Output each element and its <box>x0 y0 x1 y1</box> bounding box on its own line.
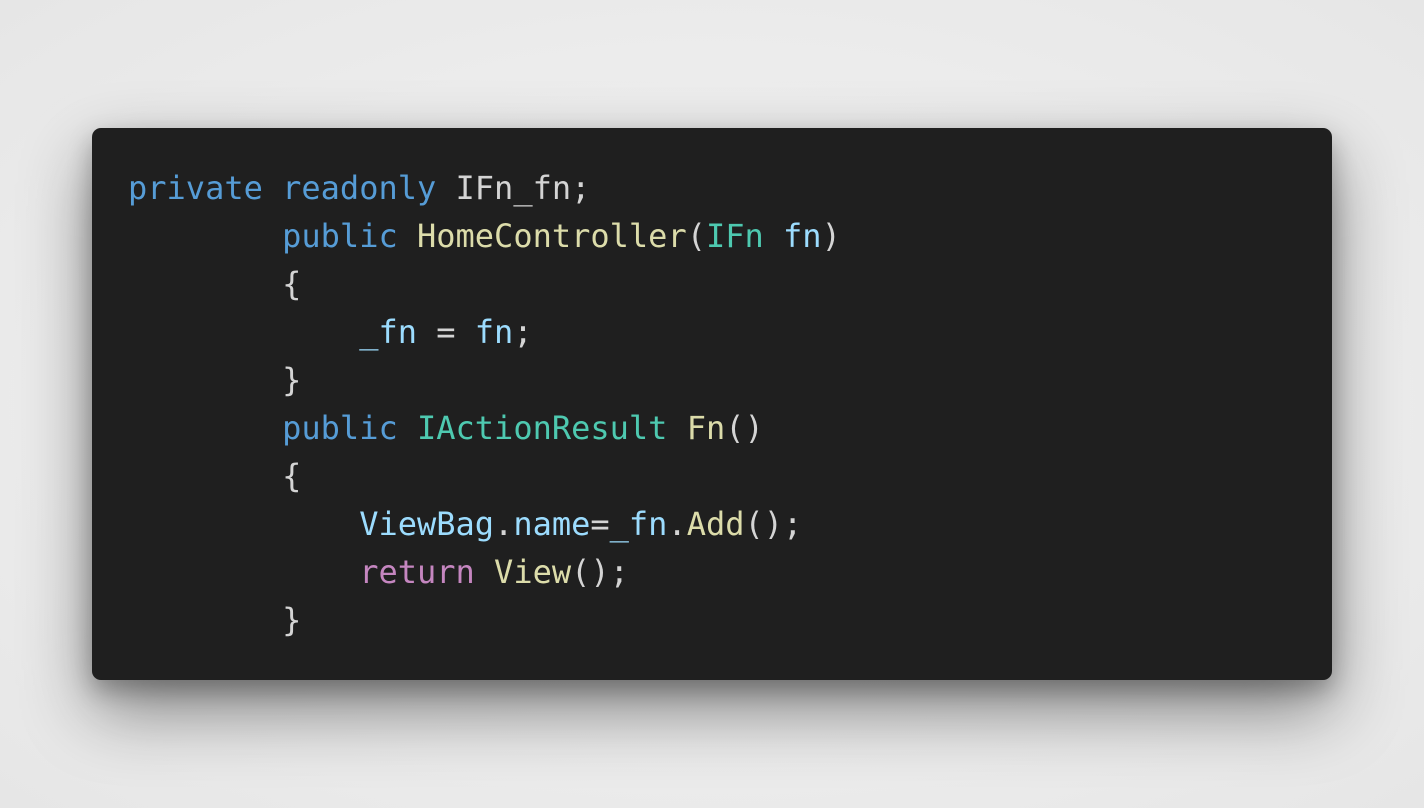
code-token-punct: ) <box>821 217 841 255</box>
code-token-punct: = <box>416 313 475 351</box>
code-token-punct: (); <box>571 553 629 591</box>
code-token-punct: (); <box>744 505 803 543</box>
code-token-punct: } <box>282 361 302 399</box>
code-token-punct: } <box>282 601 302 639</box>
code-token-var: ViewBag <box>359 505 495 543</box>
code-line: public HomeController(IFn fn) <box>128 212 1332 260</box>
code-token-punct: . <box>667 505 687 543</box>
code-token-punct: { <box>282 457 302 495</box>
code-line: { <box>128 260 1332 308</box>
code-token-punct: { <box>282 265 302 303</box>
code-line: ViewBag.name=_fn.Add(); <box>128 500 1332 548</box>
code-line: } <box>128 356 1332 404</box>
code-line: public IActionResult Fn() <box>128 404 1332 452</box>
code-token-plain: IFn_fn; <box>436 169 591 207</box>
code-block: private readonly IFn_fn; public HomeCont… <box>128 164 1332 644</box>
code-token-punct: ( <box>686 217 706 255</box>
code-token-punct: ; <box>513 313 533 351</box>
code-token-keyword: public <box>282 409 398 447</box>
code-token-control: return <box>359 553 475 591</box>
code-token-func: Add <box>686 505 745 543</box>
code-token-punct: = <box>590 505 610 543</box>
code-token-func: View <box>494 553 572 591</box>
code-line: } <box>128 596 1332 644</box>
code-token-keyword: public <box>282 217 398 255</box>
code-token-var: fn <box>474 313 514 351</box>
code-token-punct: () <box>725 409 764 447</box>
code-token-func: Fn <box>686 409 726 447</box>
code-line: return View(); <box>128 548 1332 596</box>
code-token-var: fn <box>783 217 822 255</box>
code-line: _fn = fn; <box>128 308 1332 356</box>
code-token-func: HomeController <box>416 217 687 255</box>
code-token-var: _fn <box>359 313 417 351</box>
code-snippet-card: private readonly IFn_fn; public HomeCont… <box>92 128 1332 680</box>
code-token-punct: . <box>494 505 514 543</box>
code-token-var: name <box>513 505 591 543</box>
code-token-keyword: readonly <box>282 169 437 207</box>
code-token-keyword: private <box>128 169 263 207</box>
code-token-type: IActionResult <box>416 409 668 447</box>
code-line: { <box>128 452 1332 500</box>
code-token-var: _fn <box>609 505 668 543</box>
code-line: private readonly IFn_fn; <box>128 164 1332 212</box>
code-token-type: IFn <box>705 217 764 255</box>
